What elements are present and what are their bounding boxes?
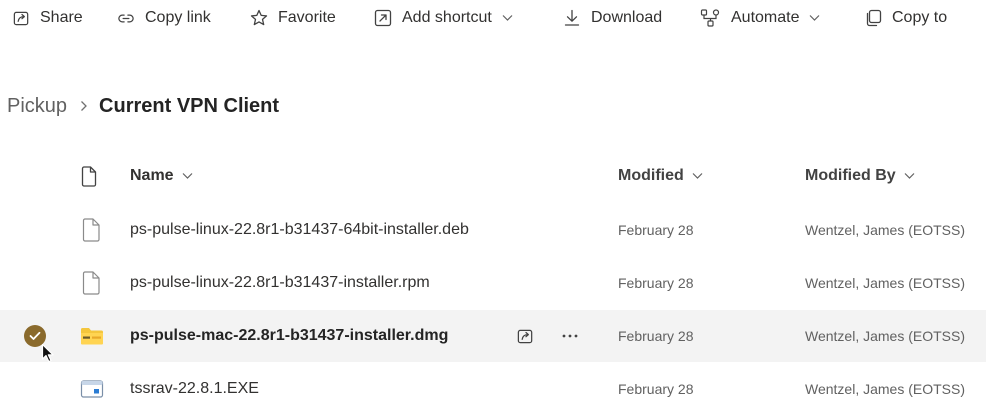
file-name-cell: tssrav-22.8.1.EXE bbox=[130, 363, 259, 415]
table-row[interactable]: ps-pulse-linux-22.8r1-b31437-installer.r… bbox=[0, 257, 986, 309]
zip-folder-icon bbox=[81, 328, 103, 345]
file-name-link[interactable]: ps-pulse-linux-22.8r1-b31437-64bit-insta… bbox=[130, 221, 469, 239]
link-icon bbox=[118, 14, 134, 22]
modified-date: February 28 bbox=[618, 222, 694, 238]
favorite-button[interactable]: Favorite bbox=[249, 0, 336, 36]
chevron-right-icon bbox=[80, 100, 88, 112]
modified-by-name: Wentzel, James (EOTSS) bbox=[805, 381, 966, 397]
modified-by-cell: Wentzel, James (EOTSS) bbox=[805, 310, 986, 362]
modified-by-name: Wentzel, James (EOTSS) bbox=[805, 275, 966, 291]
breadcrumb-parent[interactable]: Pickup bbox=[7, 95, 67, 118]
modified-column-header[interactable]: Modified bbox=[618, 150, 703, 202]
download-label: Download bbox=[591, 9, 663, 26]
page-title: Current VPN Client bbox=[99, 94, 280, 117]
generic-file-icon bbox=[82, 271, 100, 295]
chevron-down-icon bbox=[692, 172, 703, 180]
more-horizontal-icon bbox=[562, 334, 578, 338]
star-icon bbox=[250, 9, 268, 26]
modified-by-cell: Wentzel, James (EOTSS) bbox=[805, 257, 986, 309]
breadcrumb: Pickup Current VPN Client bbox=[7, 90, 279, 122]
automate-icon bbox=[700, 9, 720, 27]
table-row[interactable]: tssrav-22.8.1.EXE February 28 Wentzel, J… bbox=[0, 363, 986, 415]
chevron-down-icon bbox=[182, 172, 193, 180]
modified-cell: February 28 bbox=[618, 257, 693, 309]
executable-file-icon bbox=[80, 380, 104, 398]
share-icon bbox=[13, 11, 29, 25]
favorite-label: Favorite bbox=[278, 9, 336, 26]
file-type-cell bbox=[80, 257, 102, 309]
share-icon bbox=[517, 329, 533, 343]
copy-to-label: Copy to bbox=[892, 9, 948, 26]
command-bar: Share Copy link Favorite Add shortcut Do… bbox=[0, 0, 986, 36]
name-column-header[interactable]: Name bbox=[130, 150, 193, 202]
table-row-selected[interactable]: ps-pulse-mac-22.8r1-b31437-installer.dmg… bbox=[0, 310, 986, 363]
file-type-header[interactable] bbox=[80, 150, 98, 202]
file-type-cell bbox=[80, 363, 104, 415]
chevron-down-icon bbox=[502, 15, 513, 21]
modified-cell: February 28 bbox=[618, 204, 693, 256]
chevron-down-icon bbox=[810, 15, 820, 21]
row-more-actions-button[interactable] bbox=[561, 310, 579, 362]
copy-link-button[interactable]: Copy link bbox=[116, 0, 211, 36]
copy-icon bbox=[866, 9, 882, 27]
file-name-cell: ps-pulse-mac-22.8r1-b31437-installer.dmg bbox=[130, 310, 448, 362]
copy-to-button[interactable]: Copy to bbox=[863, 0, 947, 36]
file-type-icon bbox=[81, 165, 97, 187]
share-label: Share bbox=[40, 9, 83, 26]
file-name-cell: ps-pulse-linux-22.8r1-b31437-64bit-insta… bbox=[130, 204, 469, 256]
automate-label: Automate bbox=[731, 9, 800, 26]
file-name-link[interactable]: ps-pulse-linux-22.8r1-b31437-installer.r… bbox=[130, 274, 430, 292]
download-button[interactable]: Download bbox=[562, 0, 662, 36]
modified-by-name: Wentzel, James (EOTSS) bbox=[805, 328, 966, 344]
name-header-label: Name bbox=[130, 167, 174, 184]
file-name-link[interactable]: tssrav-22.8.1.EXE bbox=[130, 380, 259, 398]
chevron-down-icon bbox=[904, 172, 915, 180]
row-share-button[interactable] bbox=[516, 310, 535, 362]
modified-date: February 28 bbox=[618, 275, 694, 291]
modified-by-column-header[interactable]: Modified By bbox=[805, 150, 915, 202]
file-type-cell bbox=[80, 204, 102, 256]
file-type-cell bbox=[80, 310, 104, 362]
file-name-cell: ps-pulse-linux-22.8r1-b31437-installer.r… bbox=[130, 257, 430, 309]
modified-date: February 28 bbox=[618, 381, 694, 397]
modified-by-cell: Wentzel, James (EOTSS) bbox=[805, 204, 986, 256]
share-button[interactable]: Share bbox=[12, 0, 83, 36]
table-row[interactable]: ps-pulse-linux-22.8r1-b31437-64bit-insta… bbox=[0, 204, 986, 256]
automate-button[interactable]: Automate bbox=[700, 0, 820, 36]
modified-date: February 28 bbox=[618, 328, 694, 344]
add-shortcut-button[interactable]: Add shortcut bbox=[373, 0, 513, 36]
add-shortcut-label: Add shortcut bbox=[402, 9, 492, 26]
download-icon bbox=[564, 9, 580, 26]
modified-header-label: Modified bbox=[618, 167, 684, 184]
copy-link-label: Copy link bbox=[145, 9, 211, 26]
add-shortcut-icon bbox=[374, 9, 392, 27]
list-header: Name Modified Modified By bbox=[0, 150, 986, 202]
modified-cell: February 28 bbox=[618, 363, 693, 415]
modified-by-name: Wentzel, James (EOTSS) bbox=[805, 222, 966, 238]
generic-file-icon bbox=[82, 218, 100, 242]
file-name-link[interactable]: ps-pulse-mac-22.8r1-b31437-installer.dmg bbox=[130, 327, 448, 345]
modified-cell: February 28 bbox=[618, 310, 693, 362]
modified-by-header-label: Modified By bbox=[805, 167, 896, 184]
modified-by-cell: Wentzel, James (EOTSS) bbox=[805, 363, 986, 415]
